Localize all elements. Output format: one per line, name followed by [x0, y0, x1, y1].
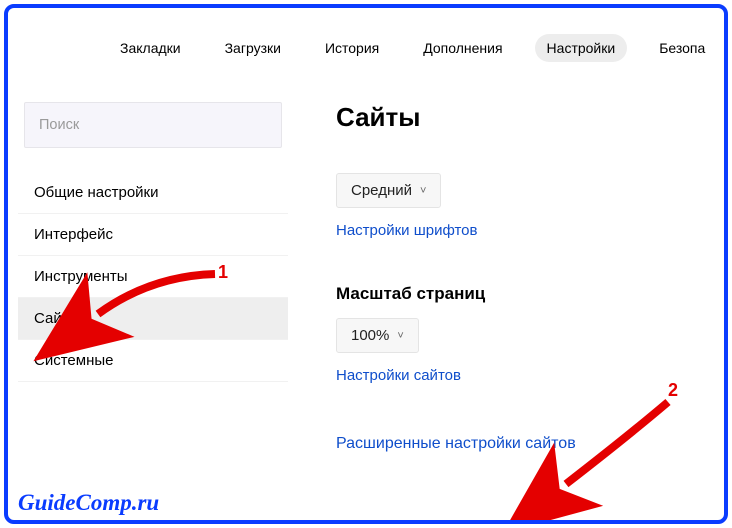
top-tab-bar: Закладки Загрузки История Дополнения Нас… — [108, 34, 724, 62]
watermark: GuideComp.ru — [18, 490, 159, 516]
sidebar-item-tools[interactable]: Инструменты — [18, 256, 288, 298]
tab-history[interactable]: История — [313, 34, 391, 62]
zoom-select[interactable]: 100% ˅ — [336, 318, 419, 353]
tab-security[interactable]: Безопа — [647, 34, 717, 62]
tab-bookmarks[interactable]: Закладки — [108, 34, 193, 62]
settings-sidebar: Общие настройки Интерфейс Инструменты Са… — [18, 102, 288, 382]
sidebar-item-general[interactable]: Общие настройки — [18, 172, 288, 214]
sidebar-item-interface[interactable]: Интерфейс — [18, 214, 288, 256]
font-settings-link[interactable]: Настройки шрифтов — [336, 222, 478, 239]
annotation-number-2: 2 — [668, 380, 678, 401]
sidebar-item-sites[interactable]: Сайты — [18, 298, 288, 340]
tab-addons[interactable]: Дополнения — [411, 34, 514, 62]
tab-settings[interactable]: Настройки — [535, 34, 628, 62]
annotation-number-1: 1 — [218, 262, 228, 283]
font-size-value: Средний — [351, 182, 412, 199]
tab-downloads[interactable]: Загрузки — [213, 34, 293, 62]
zoom-value: 100% — [351, 327, 389, 344]
advanced-sites-link[interactable]: Расширенные настройки сайтов — [336, 435, 576, 453]
page-title: Сайты — [336, 102, 724, 133]
sidebar-item-system[interactable]: Системные — [18, 340, 288, 382]
sites-settings-link[interactable]: Настройки сайтов — [336, 367, 461, 384]
zoom-section-title: Масштаб страниц — [336, 284, 724, 304]
settings-main: Сайты Средний ˅ Настройки шрифтов Масшта… — [318, 102, 724, 520]
sidebar-search-input[interactable] — [39, 117, 267, 133]
chevron-down-icon: ˅ — [397, 330, 403, 342]
font-size-select[interactable]: Средний ˅ — [336, 173, 441, 208]
chevron-down-icon: ˅ — [420, 185, 426, 197]
sidebar-search[interactable] — [24, 102, 282, 148]
